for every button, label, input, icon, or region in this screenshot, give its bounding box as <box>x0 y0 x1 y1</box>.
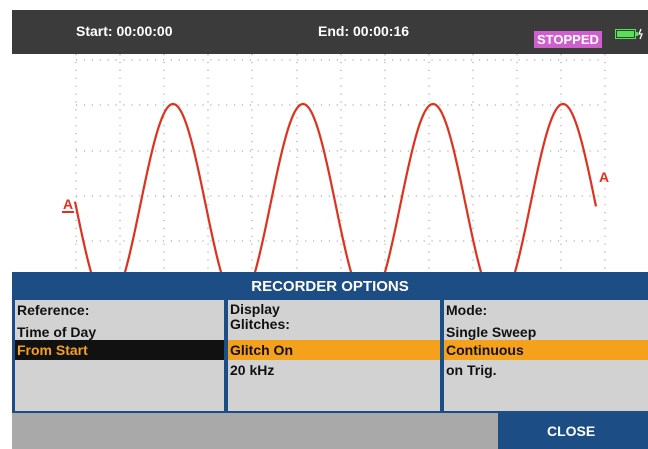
close-button[interactable]: CLOSE <box>498 413 648 449</box>
softkey-bar: CLOSE <box>12 413 648 449</box>
reference-panel: Reference: Time of Day From Start <box>15 300 224 411</box>
display-glitches-panel: Display Glitches: Glitch On 20 kHz <box>228 300 440 411</box>
start-time: Start: 00:00:00 <box>76 23 173 39</box>
reference-header: Reference: <box>17 302 90 318</box>
trace-marker-left: A <box>63 196 73 212</box>
graticule <box>75 54 606 272</box>
mode-option-single-sweep[interactable]: Single Sweep <box>444 322 648 342</box>
reference-option-from-start[interactable]: From Start <box>15 340 224 360</box>
display-option-20khz[interactable]: 20 kHz <box>228 360 440 380</box>
menu-panels: Reference: Time of Day From Start Displa… <box>12 300 648 413</box>
trace-marker-right: A <box>599 169 609 185</box>
status-bar: Start: 00:00:00 End: 00:00:16 STOPPED <box>12 10 648 54</box>
signal-trace <box>73 102 598 279</box>
end-time: End: 00:00:16 <box>318 23 410 39</box>
battery-icon <box>615 28 643 40</box>
status-badge: STOPPED <box>534 31 602 48</box>
mode-option-on-trig[interactable]: on Trig. <box>444 360 648 380</box>
waveform-area: A A <box>12 54 648 279</box>
mode-header: Mode: <box>446 302 488 318</box>
waveform-plot: A A <box>62 54 609 279</box>
display-header-line2: Glitches: <box>230 316 290 332</box>
reference-option-time-of-day[interactable]: Time of Day <box>15 322 224 342</box>
mode-panel: Mode: Single Sweep Continuous on Trig. <box>444 300 648 411</box>
menu-title: RECORDER OPTIONS <box>12 272 648 300</box>
mode-option-continuous[interactable]: Continuous <box>444 340 648 360</box>
display-option-glitch-on[interactable]: Glitch On <box>228 340 440 360</box>
scope-screen: Start: 00:00:00 End: 00:00:16 STOPPED A … <box>12 10 648 449</box>
